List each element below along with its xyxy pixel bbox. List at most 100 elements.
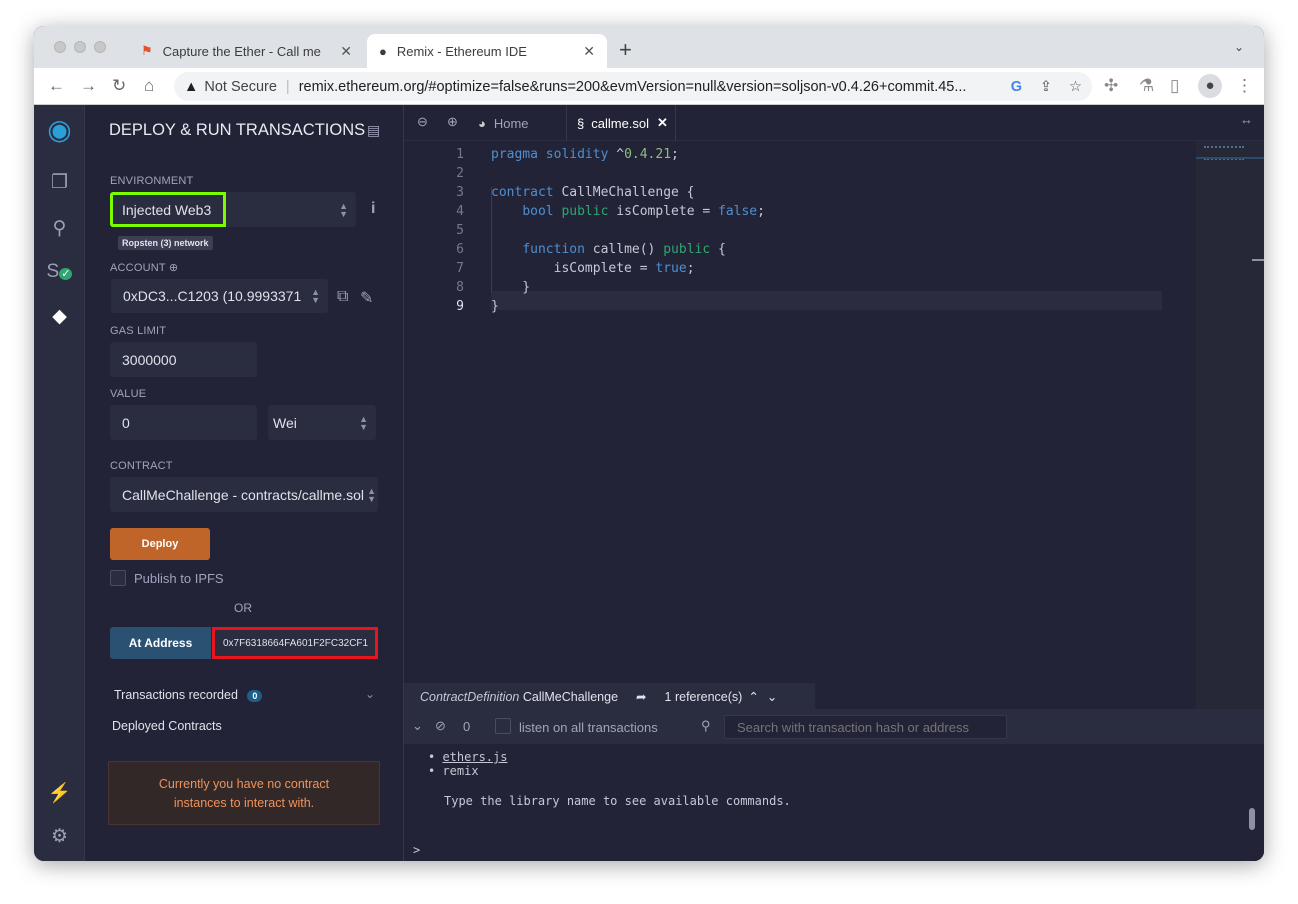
settings-gear-icon[interactable]: ⚙ [34,825,85,848]
add-account-icon[interactable]: ⊕ [169,262,178,274]
reload-icon[interactable]: ↻ [112,76,126,96]
side-panel-icon[interactable]: ▯ [1170,76,1179,96]
close-tab-icon[interactable]: ✕ [657,115,668,131]
expand-horizontal-icon[interactable]: ↔ [1240,112,1253,127]
browser-tab-remix[interactable]: ● Remix - Ethereum IDE ✕ [367,34,607,68]
plugin-manager-icon[interactable]: ⚡ [34,781,85,805]
code-token: ; [686,261,695,276]
transaction-search-input[interactable] [724,715,1007,739]
transactions-count-badge: 0 [247,690,263,702]
deploy-button[interactable]: Deploy [110,528,210,560]
chevron-up-icon[interactable]: ⌃ [748,689,758,704]
contract-select[interactable]: CallMeChallenge - contracts/callme.sol ▲… [110,477,378,512]
line-number: 1 [456,147,464,162]
code-token: ^ [608,147,625,162]
forward-icon[interactable]: → [80,76,97,96]
search-icon: ⚲ [701,718,711,733]
terminal: ⌄ ⊘ 0 listen on all transactions ⚲ • eth… [404,709,1264,861]
clear-console-icon[interactable]: ⊘ [435,718,446,734]
code-token: { [710,242,726,257]
copy-icon[interactable]: ⧉ [337,288,348,306]
editor-tabs: ⊖ ⊕ ◕ Home § callme.sol ✕ ↔ [404,105,1264,141]
or-label: OR [234,601,252,615]
library-link[interactable]: ethers.js [442,750,507,764]
line-number: 3 [456,185,464,200]
line-number: 5 [456,223,464,238]
goto-definition-icon[interactable]: ➦ [636,689,646,704]
new-tab-button[interactable]: + [619,37,632,63]
value-unit-select[interactable]: Wei ▲ ▼ [268,405,376,440]
info-icon[interactable]: i [371,200,375,218]
zoom-out-icon[interactable]: ⊖ [417,114,428,130]
icon-rail: ◉ ❐ ⚲ S ✓ ◆ ⚡ ⚙ [34,105,85,861]
minimap[interactable] [1196,141,1264,709]
search-icon[interactable]: ⚲ [34,217,85,240]
line-number: 8 [456,280,464,295]
browser-window: ⚑ Capture the Ether - Call me ✕ ● Remix … [34,26,1264,861]
menu-kebab-icon[interactable]: ⋮ [1236,76,1253,96]
chevron-down-icon[interactable]: ⌄ [767,689,777,704]
tab-callme-sol[interactable]: § callme.sol ✕ [566,105,676,141]
url-field[interactable]: ▲ Not Secure | remix.ethereum.org/#optim… [174,72,1092,101]
back-icon[interactable]: ← [48,76,65,96]
extensions-icon[interactable]: ✣ [1104,76,1118,96]
remix-icon: ● [379,43,387,59]
at-address-input[interactable]: 0x7F6318664FA601F2FC32CF1 [212,627,378,659]
listen-checkbox[interactable] [495,718,511,734]
code-token: callme() [584,242,664,257]
close-tab-icon[interactable]: ✕ [583,43,595,60]
value-input[interactable]: 0 [110,405,257,440]
code-line: } [491,280,530,295]
chevron-down-icon[interactable]: ⌄ [365,687,375,701]
share-icon[interactable]: ⇪ [1039,78,1052,95]
code-line: function callme() public { [491,242,726,257]
home-icon[interactable]: ⌂ [144,76,154,96]
flag-icon: ⚑ [141,43,153,58]
account-label: ACCOUNT ⊕ [110,262,179,274]
labs-icon[interactable]: ⚗ [1139,76,1154,96]
select-arrows-icon: ▲ ▼ [339,200,348,219]
minimize-window-button[interactable] [74,41,86,53]
tab-search-chevron-icon[interactable]: ⌄ [1234,40,1244,54]
close-tab-icon[interactable]: ✕ [340,43,352,60]
tab-home[interactable]: ◕ Home [478,105,529,141]
browser-tab-bar: ⚑ Capture the Ether - Call me ✕ ● Remix … [34,26,1264,68]
code-line: pragma solidity ^0.4.21; [491,147,679,162]
collapse-terminal-icon[interactable]: ⌄ [412,718,423,734]
profile-avatar[interactable]: ● [1198,74,1222,98]
terminal-prompt[interactable]: > [413,843,420,857]
code-token: public [561,204,609,219]
file-explorer-icon[interactable]: ❐ [34,171,85,194]
code-token: true [655,261,687,276]
remix-logo-icon[interactable]: ◉ [34,113,85,146]
zoom-in-icon[interactable]: ⊕ [447,114,458,130]
maximize-window-button[interactable] [94,41,106,53]
at-address-button[interactable]: At Address [110,627,211,659]
publish-ipfs-checkbox[interactable] [110,570,126,586]
bookmark-star-icon[interactable]: ☆ [1069,79,1082,95]
terminal-scrollbar[interactable] [1249,808,1255,830]
solidity-compiler-icon[interactable]: S ✓ [34,261,85,283]
transactions-recorded[interactable]: Transactions recorded 0 [114,688,263,702]
select-arrows-icon: ▲ ▼ [367,485,376,504]
line-number: 9 [456,299,464,314]
code-token: isComplete = [608,204,718,219]
code-token: public [663,242,711,257]
gas-limit-input[interactable]: 3000000 [110,342,257,377]
environment-select[interactable]: Injected Web3 ▲ ▼ [110,192,356,227]
deploy-run-icon[interactable]: ◆ [34,305,85,328]
scrollbar[interactable] [1252,259,1264,261]
edit-icon[interactable]: ✎ [360,288,373,308]
line-number: 2 [456,166,464,181]
pending-count: 0 [463,719,471,734]
solidity-file-icon: § [577,115,585,131]
panel-title: DEPLOY & RUN TRANSACTIONS [109,121,366,139]
google-icon[interactable]: G [1002,78,1022,95]
account-select[interactable]: 0xDC3...C1203 (10.9993371 ▲ ▼ [111,279,328,313]
line-number: 7 [456,261,464,276]
documentation-icon[interactable]: ▤ [367,122,380,139]
gas-limit-label: GAS LIMIT [110,325,167,337]
close-window-button[interactable] [54,41,66,53]
browser-tab-capture-the-ether[interactable]: ⚑ Capture the Ether - Call me ✕ [129,34,364,68]
